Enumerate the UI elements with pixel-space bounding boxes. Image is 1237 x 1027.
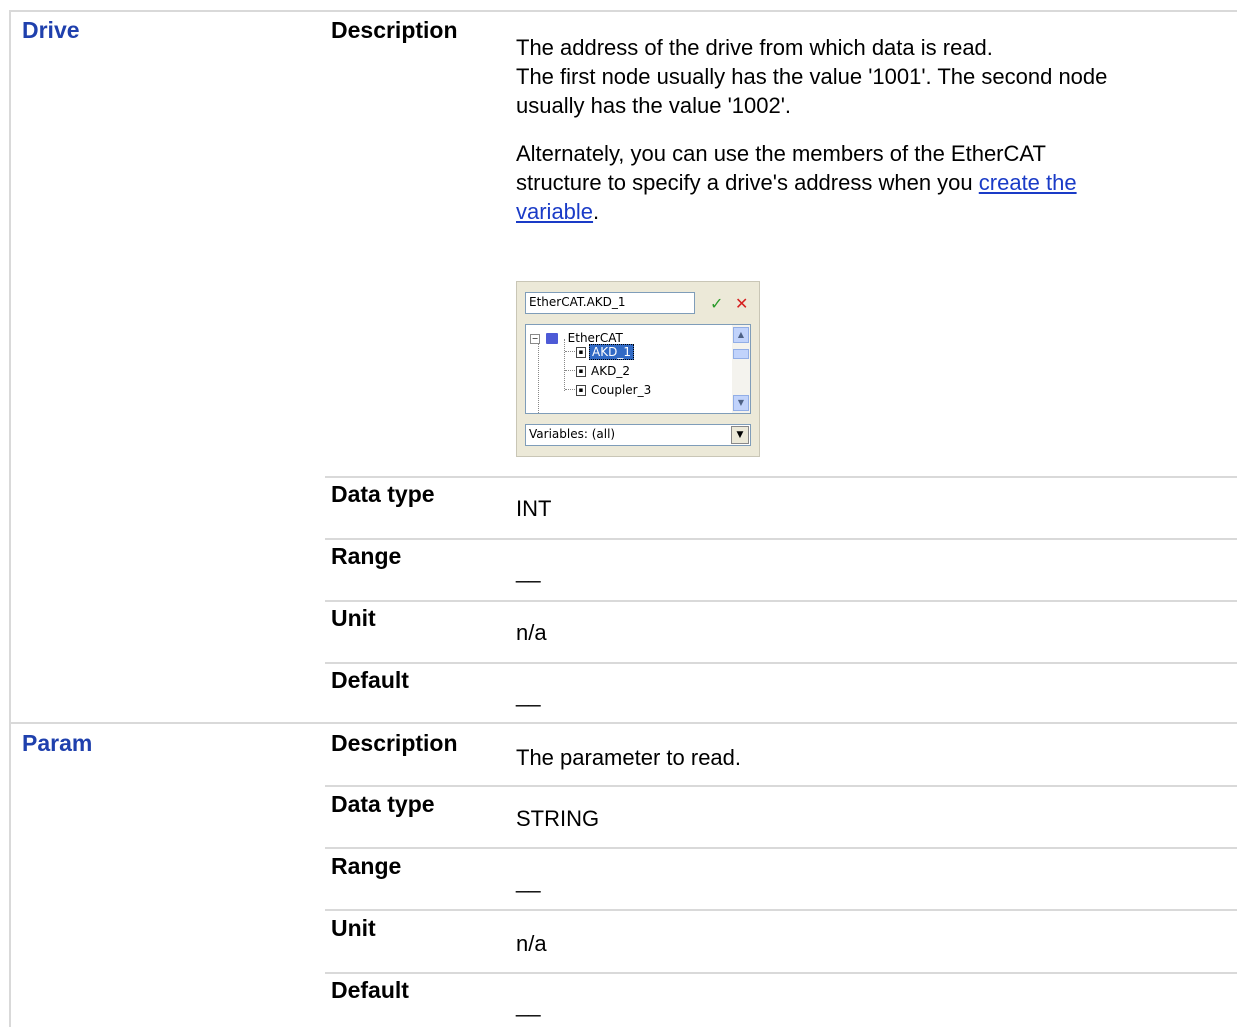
- param-name-param: Param: [22, 730, 93, 756]
- row-divider: [325, 785, 1237, 787]
- default-value: __: [516, 992, 541, 1017]
- data-type-value: INT: [516, 496, 552, 521]
- filter-value: Variables: (all): [529, 427, 616, 441]
- chevron-down-icon[interactable]: ▼: [731, 426, 749, 444]
- default-label: Default: [331, 977, 409, 1003]
- create-variable-link[interactable]: create the: [979, 170, 1077, 195]
- check-icon[interactable]: ✓: [710, 294, 723, 313]
- row-divider: [325, 538, 1237, 540]
- create-variable-link[interactable]: variable: [516, 199, 593, 224]
- unit-value: n/a: [516, 931, 547, 956]
- description-label: Description: [331, 730, 458, 756]
- tree-item-label: AKD_1: [589, 344, 634, 360]
- range-label: Range: [331, 853, 402, 879]
- row-divider: [325, 972, 1237, 974]
- network-icon: [545, 333, 558, 344]
- data-type-value: STRING: [516, 806, 600, 831]
- tree-item[interactable]: ▪ AKD_2: [576, 362, 632, 380]
- param-name-drive: Drive: [22, 17, 80, 43]
- variable-tree[interactable]: − EtherCAT ▪ AKD_1 ▪ AKD_2 ▪ Coupler_3 ▲ ▼: [525, 324, 751, 414]
- variable-path-input[interactable]: EtherCAT.AKD_1: [525, 292, 695, 314]
- unit-value: n/a: [516, 620, 547, 645]
- range-value: __: [516, 868, 541, 893]
- row-divider: [325, 600, 1237, 602]
- param-divider: [9, 722, 1237, 724]
- range-value: __: [516, 558, 541, 583]
- description-line: The address of the drive from which data…: [516, 35, 993, 60]
- description-suffix: .: [593, 199, 600, 224]
- device-icon: ▪: [576, 366, 586, 377]
- row-divider: [325, 909, 1237, 911]
- tree-item-label: Coupler_3: [591, 383, 652, 397]
- row-divider: [325, 662, 1237, 664]
- scroll-thumb[interactable]: [733, 349, 749, 359]
- device-icon: ▪: [576, 347, 586, 358]
- table-top-border: [9, 10, 1237, 12]
- unit-label: Unit: [331, 605, 376, 631]
- default-value: __: [516, 682, 541, 707]
- drive-description-alt: Alternately, you can use the members of …: [516, 139, 1206, 226]
- unit-label: Unit: [331, 915, 376, 941]
- device-icon: ▪: [576, 385, 586, 396]
- default-label: Default: [331, 667, 409, 693]
- parameter-table: Drive Description The address of the dri…: [0, 0, 1237, 1027]
- scroll-down-icon[interactable]: ▼: [733, 395, 749, 411]
- tree-item-label: AKD_2: [591, 364, 630, 378]
- tree-item[interactable]: ▪ AKD_1: [576, 343, 634, 361]
- data-type-label: Data type: [331, 481, 435, 507]
- ethercat-variable-picker: EtherCAT.AKD_1 ✓ ✕ − EtherCAT ▪ AKD_1 ▪ AK…: [516, 281, 760, 457]
- description-line: usually has the value '1002'.: [516, 93, 792, 118]
- range-label: Range: [331, 543, 402, 569]
- tree-scrollbar[interactable]: ▲ ▼: [732, 325, 750, 413]
- row-divider: [325, 847, 1237, 849]
- description-line: The first node usually has the value '10…: [516, 64, 1108, 89]
- description-line: Alternately, you can use the members of …: [516, 141, 1046, 166]
- collapse-icon[interactable]: −: [530, 333, 540, 344]
- close-icon[interactable]: ✕: [735, 294, 748, 313]
- tree-item[interactable]: ▪ Coupler_3: [576, 381, 653, 399]
- scroll-up-icon[interactable]: ▲: [733, 327, 749, 343]
- table-left-border: [9, 10, 11, 1027]
- variable-filter-select[interactable]: Variables: (all) ▼: [525, 424, 751, 446]
- param-description: The parameter to read.: [516, 745, 742, 770]
- data-type-label: Data type: [331, 791, 435, 817]
- drive-description: The address of the drive from which data…: [516, 33, 1206, 120]
- row-divider: [325, 476, 1237, 478]
- description-line: structure to specify a drive's address w…: [516, 170, 979, 195]
- description-label: Description: [331, 17, 458, 43]
